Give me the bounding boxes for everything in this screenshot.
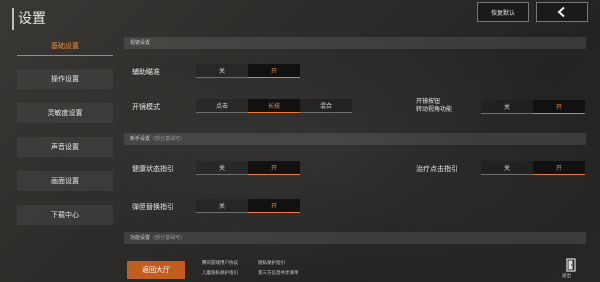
sidebar-item-label: 灵敏度设置: [47, 109, 83, 117]
sidebar-item-label: 下载中心: [51, 211, 79, 219]
ammo-guide-label: 弹匣替换指引: [132, 203, 174, 211]
reset-default-button[interactable]: 恢复默认: [477, 2, 529, 22]
sidebar-item-label: 基础设置: [51, 41, 79, 50]
link-third-party-share[interactable]: 第三方信息共享清单: [258, 270, 299, 276]
section-header-function: 功能设置 (部分基础可): [124, 232, 586, 244]
aim-assist-label: 辅助瞄准: [132, 68, 160, 76]
aim-assist-on-option[interactable]: 开: [248, 64, 300, 78]
scope-rotate-label-line2: 转动视角功能: [416, 106, 453, 113]
sidebar-item-sound[interactable]: 声音设置: [17, 137, 113, 157]
section-title: 新手设置: [130, 136, 151, 142]
sidebar-item-download[interactable]: 下载中心: [17, 205, 113, 225]
option-label: 关: [218, 203, 225, 210]
section-header-sight: 视镜设置: [124, 37, 586, 49]
option-label: 开: [270, 203, 277, 210]
section-title: 功能设置: [130, 235, 151, 241]
heal-guide-on-option[interactable]: 开: [533, 161, 585, 175]
fire-mode-hold-option[interactable]: 长按: [248, 99, 300, 113]
link-privacy-guide[interactable]: 隐私保护指引: [258, 260, 285, 266]
option-label: 开: [270, 165, 277, 172]
heal-guide-label: 治疗点击指引: [416, 165, 458, 173]
section-hint: (部分基础可): [153, 136, 182, 142]
option-label: 关: [218, 165, 225, 172]
link-user-agreement[interactable]: 腾讯游戏用户协议: [202, 260, 238, 266]
option-label: 开: [270, 68, 277, 75]
sidebar-item-operation[interactable]: 操作设置: [17, 69, 113, 89]
link-child-privacy[interactable]: 儿童隐私保护指引: [202, 270, 238, 276]
option-label: 关: [503, 165, 510, 172]
section-header-newbie: 新手设置 (部分基础可): [124, 133, 586, 145]
heal-guide-off-option[interactable]: 关: [481, 161, 533, 175]
section-title: 视镜设置: [130, 40, 151, 46]
option-label: 关: [503, 104, 510, 111]
ammo-guide-on-option[interactable]: 开: [248, 199, 300, 213]
scope-rotate-label-line1: 开镜按钮: [416, 98, 441, 105]
fire-mode-mixed-option[interactable]: 混合: [300, 99, 352, 113]
back-to-hall-label: 返回大厅: [142, 266, 170, 274]
reset-default-label: 恢复默认: [490, 9, 515, 17]
aim-assist-off-option[interactable]: 关: [196, 64, 248, 78]
exit-door-icon[interactable]: [565, 258, 577, 272]
health-guide-on-option[interactable]: 开: [248, 161, 300, 175]
sidebar-item-basic[interactable]: 基础设置: [17, 36, 113, 56]
option-label: 混合: [319, 103, 332, 110]
fire-mode-tap-option[interactable]: 点击: [196, 99, 248, 113]
sidebar-item-sensitivity[interactable]: 灵敏度设置: [17, 103, 113, 123]
back-to-hall-button[interactable]: 返回大厅: [127, 261, 185, 279]
sidebar-item-graphics[interactable]: 画面设置: [17, 171, 113, 191]
health-guide-label: 健康状态指引: [132, 165, 174, 173]
exit-label: 退出: [562, 274, 571, 279]
section-hint: (部分基础可): [153, 235, 182, 241]
fire-mode-label: 开镜模式: [132, 103, 160, 111]
option-label: 点击: [215, 103, 228, 110]
sidebar-item-label: 画面设置: [51, 177, 79, 185]
option-label: 开: [555, 165, 562, 172]
sidebar-item-label: 操作设置: [51, 75, 79, 83]
back-button[interactable]: [536, 2, 588, 22]
option-label: 开: [555, 104, 562, 111]
scope-rotate-on-option[interactable]: 开: [533, 100, 585, 114]
page-title-text: 设置: [18, 11, 46, 27]
ammo-guide-off-option[interactable]: 关: [196, 199, 248, 213]
page-title: 设置: [12, 8, 46, 30]
scope-rotate-off-option[interactable]: 关: [481, 100, 533, 114]
scope-rotate-label: 开镜按钮 转动视角功能: [416, 98, 452, 114]
option-label: 长按: [267, 103, 280, 110]
sidebar-item-label: 声音设置: [51, 143, 79, 151]
option-label: 关: [218, 68, 225, 75]
health-guide-off-option[interactable]: 关: [196, 161, 248, 175]
chevron-left-icon: [557, 6, 565, 18]
